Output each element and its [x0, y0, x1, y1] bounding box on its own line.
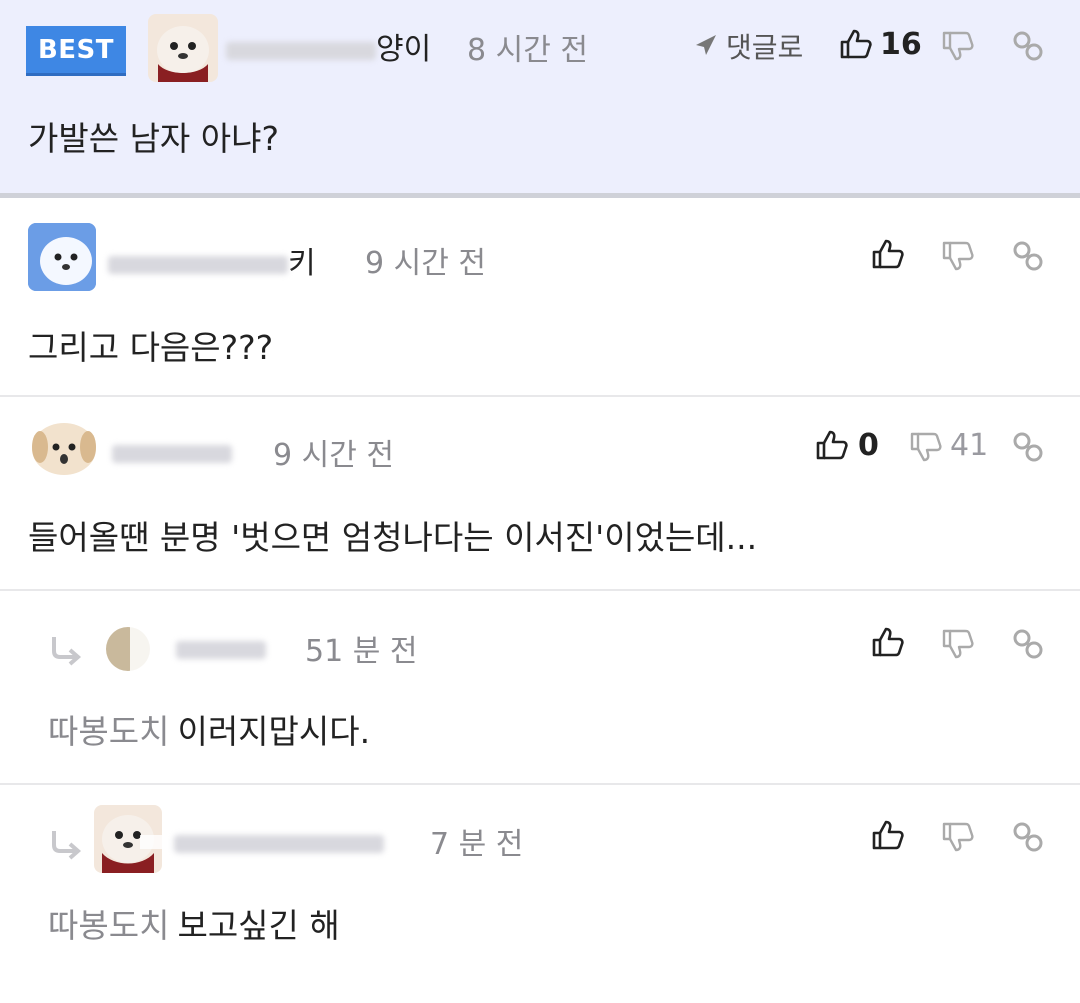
reply-comment: 7 분 전 따봉도치 보고싶긴 해 — [0, 785, 1080, 1003]
comment-text: 따봉도치 이러지맙시다. — [48, 705, 370, 753]
avatar[interactable] — [30, 421, 98, 477]
thumbs-down-icon[interactable] — [940, 238, 976, 274]
comment: 9 시간 전 0 41 들어올땐 분명 '벗으면 엄청나다는 이서진'이었는데.… — [0, 397, 1080, 589]
reply-arrow-icon — [48, 825, 84, 865]
reply-text: 이러지맙시다. — [177, 712, 371, 751]
reply-text: 보고싶긴 해 — [177, 906, 340, 945]
thumbs-up-icon[interactable] — [814, 427, 850, 463]
username[interactable]: 키 — [108, 238, 316, 282]
best-badge: BEST — [26, 26, 126, 76]
thumbs-down-icon[interactable] — [940, 626, 976, 662]
link-icon[interactable] — [1010, 819, 1046, 855]
reply-button[interactable]: 댓글로 — [692, 26, 803, 66]
timestamp: 8 시간 전 — [467, 33, 588, 68]
avatar[interactable] — [94, 805, 162, 873]
best-comment: BEST 양이 8 시간 전 댓글로 16 가발쓴 남자 아냐? — [0, 0, 1080, 198]
avatar[interactable] — [28, 223, 96, 291]
username[interactable] — [174, 825, 384, 860]
avatar[interactable] — [148, 14, 218, 82]
username[interactable] — [176, 631, 266, 666]
timestamp: 7 분 전 — [430, 827, 524, 862]
comment: 키 9 시간 전 그리고 다음은??? — [0, 203, 1080, 395]
avatar[interactable] — [104, 625, 152, 673]
link-icon[interactable] — [1010, 429, 1046, 465]
reply-label: 댓글로 — [726, 31, 804, 64]
comment-text: 그리고 다음은??? — [28, 328, 274, 367]
comment-text: 가발쓴 남자 아냐? — [28, 119, 280, 158]
thumbs-down-icon[interactable] — [940, 819, 976, 855]
reply-comment: 51 분 전 따봉도치 이러지맙시다. — [0, 591, 1080, 783]
timestamp: 9 시간 전 — [273, 438, 394, 473]
mention-tag[interactable]: 따봉도치 — [48, 906, 169, 945]
thumbs-down-icon[interactable] — [940, 28, 976, 64]
comment-text: 따봉도치 보고싶긴 해 — [48, 899, 340, 947]
username[interactable] — [112, 435, 232, 470]
comment-text: 들어올땐 분명 '벗으면 엄청나다는 이서진'이었는데... — [28, 518, 758, 557]
thumbs-up-icon[interactable] — [838, 26, 874, 62]
mention-tag[interactable]: 따봉도치 — [48, 712, 169, 751]
timestamp: 9 시간 전 — [365, 246, 486, 281]
username[interactable]: 양이 — [226, 24, 431, 68]
reply-arrow-icon — [48, 631, 84, 671]
dislike-count: 41 — [950, 428, 989, 463]
thumbs-down-icon[interactable] — [908, 429, 944, 465]
timestamp: 51 분 전 — [305, 634, 418, 669]
thumbs-up-icon[interactable] — [870, 817, 906, 853]
send-arrow-icon — [696, 35, 716, 55]
thumbs-up-icon[interactable] — [870, 624, 906, 660]
link-icon[interactable] — [1010, 238, 1046, 274]
link-icon[interactable] — [1010, 28, 1046, 64]
thumbs-up-icon[interactable] — [870, 236, 906, 272]
like-count: 0 — [858, 428, 879, 463]
like-count: 16 — [880, 27, 922, 62]
link-icon[interactable] — [1010, 626, 1046, 662]
